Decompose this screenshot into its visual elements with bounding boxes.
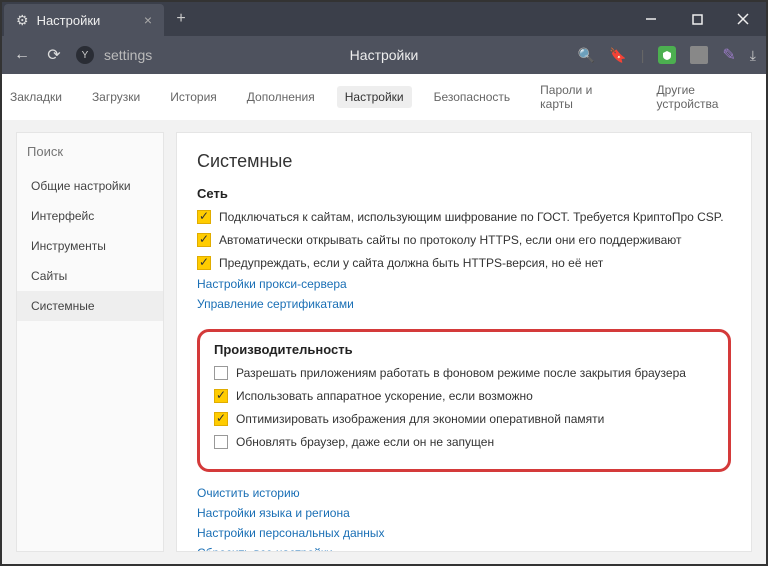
checkbox-label: Автоматически открывать сайты по протоко…: [219, 232, 681, 249]
topnav-item[interactable]: Пароли и карты: [532, 79, 634, 115]
settings-content: Системные Сеть Подключаться к сайтам, ис…: [176, 132, 752, 552]
bookmark-icon[interactable]: 🔖: [609, 47, 626, 64]
sidebar-item[interactable]: Сайты: [17, 261, 163, 291]
topnav-item[interactable]: Загрузки: [84, 86, 148, 108]
topnav-item[interactable]: История: [162, 86, 225, 108]
gear-icon: ⚙: [16, 12, 29, 29]
checkbox[interactable]: [197, 256, 211, 270]
bottom-links: Очистить историю Настройки языка и регион…: [197, 486, 731, 552]
reload-button[interactable]: ⟳: [44, 45, 64, 65]
performance-section: Производительность Разрешать приложениям…: [197, 329, 731, 471]
minimize-button[interactable]: [628, 2, 674, 36]
titlebar: ⚙ Настройки × +: [2, 2, 766, 36]
settings-link[interactable]: Настройки персональных данных: [197, 526, 731, 540]
checkbox-row: Обновлять браузер, даже если он не запущ…: [214, 434, 714, 451]
sidebar-item[interactable]: Интерфейс: [17, 201, 163, 231]
page-title: Настройки: [350, 47, 419, 63]
checkbox-row: Оптимизировать изображения для экономии …: [214, 411, 714, 428]
topnav-item[interactable]: Безопасность: [426, 86, 519, 108]
checkbox[interactable]: [214, 366, 228, 380]
checkbox-label: Оптимизировать изображения для экономии …: [236, 411, 604, 428]
back-button[interactable]: ←: [12, 46, 32, 64]
sidebar-item[interactable]: Системные: [17, 291, 163, 321]
checkbox[interactable]: [197, 233, 211, 247]
checkbox-label: Предупреждать, если у сайта должна быть …: [219, 255, 603, 272]
protect-icon[interactable]: [658, 46, 676, 64]
settings-link[interactable]: Очистить историю: [197, 486, 731, 500]
settings-link[interactable]: Управление сертификатами: [197, 297, 731, 311]
window-controls: [628, 2, 766, 36]
settings-link[interactable]: Сбросить все настройки: [197, 546, 731, 552]
site-icon: Y: [76, 46, 94, 64]
feather-icon[interactable]: ✎: [722, 45, 735, 65]
settings-sidebar: Общие настройкиИнтерфейсИнструментыСайты…: [16, 132, 164, 552]
new-tab-button[interactable]: +: [164, 2, 198, 36]
address-bar: ← ⟳ Y settings Настройки 🔍 🔖 | ✎ ⤓: [2, 36, 766, 74]
tab-close-icon[interactable]: ×: [144, 12, 152, 28]
sidebar-item[interactable]: Общие настройки: [17, 171, 163, 201]
checkbox[interactable]: [197, 210, 211, 224]
checkbox-row: Автоматически открывать сайты по протоко…: [197, 232, 731, 249]
network-heading: Сеть: [197, 186, 731, 201]
url-text: settings: [104, 47, 152, 63]
maximize-button[interactable]: [674, 2, 720, 36]
topnav-item[interactable]: Другие устройства: [649, 79, 766, 115]
checkbox[interactable]: [214, 412, 228, 426]
sidebar-item[interactable]: Инструменты: [17, 231, 163, 261]
search-icon[interactable]: 🔍: [578, 47, 595, 64]
settings-link[interactable]: Настройки языка и региона: [197, 506, 731, 520]
url-area[interactable]: Y settings: [76, 46, 566, 64]
main-area: Общие настройкиИнтерфейсИнструментыСайты…: [2, 120, 766, 564]
checkbox-label: Использовать аппаратное ускорение, если …: [236, 388, 533, 405]
checkbox-row: Разрешать приложениям работать в фоновом…: [214, 365, 714, 382]
sidebar-search: [17, 133, 163, 171]
checkbox-row: Предупреждать, если у сайта должна быть …: [197, 255, 731, 272]
settings-topnav: Закладки Загрузки История Дополнения Настрой…: [2, 74, 766, 120]
search-input[interactable]: [27, 144, 153, 159]
settings-link[interactable]: Настройки прокси-сервера: [197, 277, 731, 291]
close-button[interactable]: [720, 2, 766, 36]
topnav-item[interactable]: Настройки: [337, 86, 412, 108]
checkbox-label: Разрешать приложениям работать в фоновом…: [236, 365, 686, 382]
checkbox[interactable]: [214, 435, 228, 449]
checkbox-label: Обновлять браузер, даже если он не запущ…: [236, 434, 494, 451]
checkbox-row: Использовать аппаратное ускорение, если …: [214, 388, 714, 405]
topnav-item[interactable]: Дополнения: [239, 86, 323, 108]
content-heading: Системные: [197, 151, 731, 172]
checkbox-row: Подключаться к сайтам, использующим шифр…: [197, 209, 731, 226]
menu-separator: |: [641, 47, 645, 63]
downloads-icon[interactable]: ⤓: [750, 47, 756, 64]
topnav-item[interactable]: Закладки: [2, 86, 70, 108]
performance-heading: Производительность: [214, 342, 714, 357]
profile-icon[interactable]: [690, 46, 708, 64]
tab-title: Настройки: [37, 13, 136, 28]
checkbox-label: Подключаться к сайтам, использующим шифр…: [219, 209, 724, 226]
checkbox[interactable]: [214, 389, 228, 403]
toolbar-icons: 🔍 🔖 | ✎ ⤓: [578, 45, 756, 65]
browser-tab[interactable]: ⚙ Настройки ×: [4, 4, 164, 36]
